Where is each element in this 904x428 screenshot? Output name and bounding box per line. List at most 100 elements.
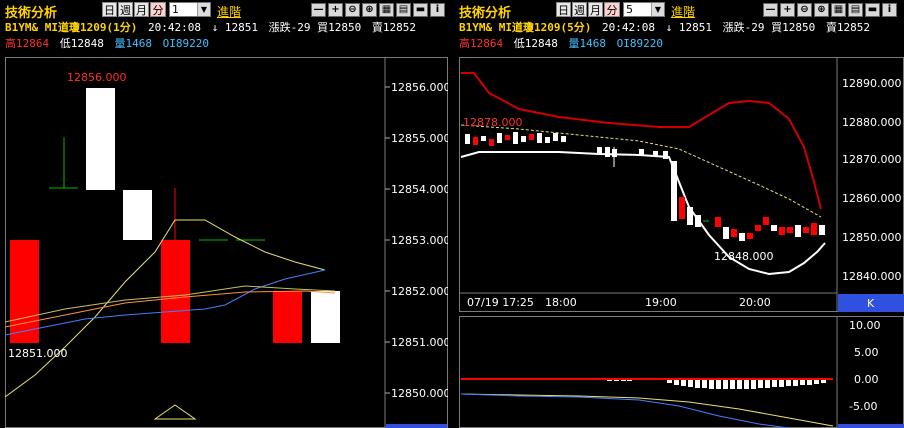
- right-interval-value: 5: [626, 3, 633, 16]
- search-plus-icon[interactable]: ⊕: [362, 3, 377, 17]
- right-axis-tick: 12840.000: [842, 270, 902, 283]
- left-advanced-link[interactable]: 進階: [217, 3, 241, 20]
- right-sub-tick: 5.00: [854, 346, 879, 359]
- right-axis-tick: 12890.000: [842, 77, 902, 90]
- left-axis-scroll-indicator[interactable]: [386, 424, 447, 428]
- histogram-bar: [695, 380, 700, 388]
- left-contract-name: MI道瓊1209(1分): [44, 21, 138, 34]
- right-interval-select[interactable]: 5 ▼: [623, 2, 665, 17]
- right-time: 20:42:08: [601, 21, 655, 34]
- histogram-bar: [709, 380, 714, 389]
- histogram-bar: [681, 380, 686, 386]
- right-axis-tick: 12880.000: [842, 116, 902, 129]
- left-interval-value: 1: [172, 3, 179, 16]
- left-period-minute[interactable]: 分: [150, 2, 166, 17]
- left-time: 20:42:08: [147, 21, 201, 34]
- right-period-month[interactable]: 月: [588, 2, 603, 17]
- histogram-bar: [716, 380, 721, 389]
- right-price-axis: 12890.000 12880.000 12870.000 12860.000 …: [842, 77, 902, 283]
- search-minus-icon[interactable]: ⊖: [797, 3, 812, 17]
- info-icon[interactable]: i: [882, 3, 897, 17]
- left-volume: 量1468: [114, 37, 153, 50]
- left-period-month[interactable]: 月: [134, 2, 149, 17]
- left-oi: OI89220: [162, 37, 209, 50]
- right-candle: [597, 147, 602, 155]
- candle-3: [86, 88, 115, 190]
- right-sub-scroll-indicator[interactable]: [838, 424, 904, 428]
- right-candle: [687, 207, 693, 225]
- right-bid: 買12850: [771, 21, 816, 34]
- right-period-minute[interactable]: 分: [604, 2, 620, 17]
- left-axis-tick: 12856.000: [391, 81, 448, 94]
- right-sub-tick: 0.00: [854, 373, 879, 386]
- candle-8: [273, 291, 302, 343]
- zoom-in-icon[interactable]: +: [780, 3, 795, 17]
- zoom-in-icon[interactable]: +: [328, 3, 343, 17]
- right-candle: [771, 225, 777, 231]
- right-candle: [739, 233, 745, 241]
- left-period-week[interactable]: 週: [118, 2, 133, 17]
- left-candlestick-chart[interactable]: 12856.000 12851.000 12856.000 12855.000 …: [5, 57, 448, 428]
- right-candle: [811, 223, 817, 235]
- right-toolbar: 技術分析 日 週 月 分 5 ▼ 進階 — + ⊖ ⊕ ▦ ▤ ▬ i: [455, 0, 904, 21]
- right-candle: [671, 161, 677, 221]
- left-axis-tick: 12854.000: [391, 183, 448, 196]
- info-icon[interactable]: i: [430, 3, 445, 17]
- right-candle: [521, 136, 526, 142]
- left-axis-tick: 12855.000: [391, 132, 448, 145]
- histogram-bar: [730, 380, 735, 389]
- left-quote-line: B1YM& MI道瓊1209(1分) 20:42:08 ↓ 12851 漲跌-2…: [5, 19, 416, 35]
- left-toolbar: 技術分析 日 週 月 分 1 ▼ 進階 — + ⊖ ⊕ ▦ ▤ ▬ i: [0, 0, 452, 21]
- zoom-out-icon[interactable]: —: [311, 3, 326, 17]
- right-advanced-link[interactable]: 進階: [671, 3, 695, 20]
- chevron-down-icon: ▼: [651, 3, 664, 16]
- left-chart-panel: 技術分析 日 週 月 分 1 ▼ 進階 — + ⊖ ⊕ ▦ ▤ ▬ i B1YM&…: [0, 0, 452, 428]
- histogram-bar: [772, 380, 777, 387]
- right-candle: [639, 149, 644, 156]
- print-icon[interactable]: ▤: [396, 3, 411, 17]
- left-interval-select[interactable]: 1 ▼: [169, 2, 211, 17]
- right-candle: [465, 134, 470, 144]
- right-candlestick-chart[interactable]: 12878.000 12848.000 12890.000 12880.000 …: [459, 57, 904, 312]
- search-plus-icon[interactable]: ⊕: [814, 3, 829, 17]
- right-candle: [803, 227, 809, 233]
- right-indicator-chart[interactable]: 10.00 5.00 0.00 -5.00: [459, 316, 904, 428]
- right-candle: [695, 215, 701, 227]
- right-time-label: 19:00: [645, 296, 677, 309]
- right-candle: [731, 229, 737, 237]
- window-icon[interactable]: ▬: [865, 3, 880, 17]
- right-candle: [715, 217, 721, 227]
- zoom-out-icon[interactable]: —: [763, 3, 778, 17]
- histogram-bar: [667, 380, 672, 383]
- right-candle: [561, 136, 566, 142]
- histogram-bar: [814, 380, 819, 384]
- right-candle: [481, 136, 486, 141]
- search-minus-icon[interactable]: ⊖: [345, 3, 360, 17]
- right-candle: [605, 147, 610, 157]
- right-period-week[interactable]: 週: [572, 2, 587, 17]
- right-candle: [553, 133, 558, 141]
- right-candle: [679, 197, 685, 219]
- right-period-day[interactable]: 日: [556, 2, 571, 17]
- right-trend-arrow: ↓: [665, 21, 673, 34]
- left-axis-tick: 12851.000: [391, 336, 448, 349]
- table-icon[interactable]: ▦: [379, 3, 394, 17]
- right-candle: [819, 225, 825, 235]
- window-icon[interactable]: ▬: [413, 3, 428, 17]
- left-triangle-marker: [153, 404, 197, 420]
- right-low-label: 12848.000: [714, 250, 774, 263]
- histogram-bar: [627, 380, 632, 381]
- histogram-bar: [807, 380, 812, 385]
- right-sub-tick: 10.00: [849, 319, 881, 332]
- right-candle: [497, 133, 502, 143]
- right-stats-line: 高12864 低12848 量1468 OI89220: [459, 35, 663, 51]
- right-symbol: B1YM&: [459, 21, 493, 34]
- table-icon[interactable]: ▦: [831, 3, 846, 17]
- print-icon[interactable]: ▤: [848, 3, 863, 17]
- histogram-bar: [793, 380, 798, 386]
- histogram-bar: [621, 380, 626, 381]
- histogram-bar: [751, 380, 756, 389]
- right-last-price: 12851: [678, 21, 712, 34]
- right-change: 漲跌-29: [722, 21, 765, 34]
- left-period-day[interactable]: 日: [102, 2, 117, 17]
